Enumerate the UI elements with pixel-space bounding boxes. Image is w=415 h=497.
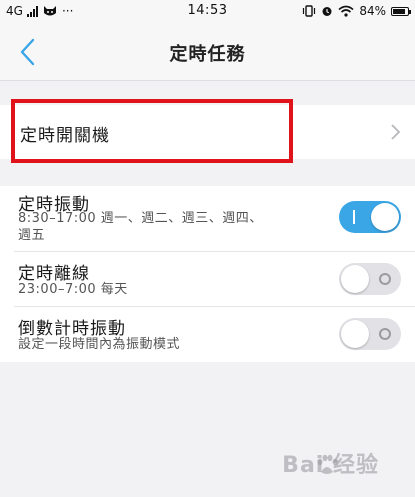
nav-bar: 定時任務: [0, 24, 415, 81]
vibrate-schedule-line2: 週五: [18, 228, 46, 243]
countdown-vibrate-label: 倒數計時振動: [18, 319, 126, 339]
toggle-knob: [341, 265, 369, 293]
chevron-right-icon: [391, 124, 401, 140]
row-countdown-vibrate: 倒數計時振動 設定一段時間內為振動模式: [0, 307, 415, 362]
page-title: 定時任務: [169, 44, 246, 65]
toggle-knob: [341, 320, 369, 348]
alarm-icon: [322, 7, 332, 16]
toggle-off-mark: [379, 273, 391, 285]
battery-level: [393, 8, 405, 14]
power-schedule-label: 定時開關機: [20, 126, 110, 146]
countdown-vibrate-toggle[interactable]: [339, 318, 401, 350]
vibrate-mode-icon: [303, 5, 316, 17]
battery-icon: [391, 6, 411, 16]
settings-group-toggles: 定時振動 8:30–17:00 週一、週二、週三、週四、 週五 定時離線 23:…: [0, 186, 415, 362]
status-right: 84%: [302, 4, 411, 18]
row-vibrate: 定時振動 8:30–17:00 週一、週二、週三、週四、 週五: [0, 186, 415, 252]
offline-toggle[interactable]: [339, 263, 401, 295]
offline-label: 定時離線: [18, 264, 90, 284]
countdown-vibrate-description: 設定一段時間內為振動模式: [18, 337, 181, 352]
row-power-schedule[interactable]: 定時開關機: [0, 105, 415, 159]
watermark-text: Bai 经验: [282, 453, 379, 478]
status-bar: 4G ··· 14:53 84%: [0, 0, 415, 24]
battery-percent: 84%: [359, 4, 386, 18]
wifi-icon: [338, 5, 354, 17]
toggle-knob: [371, 203, 399, 231]
toggle-off-mark: [379, 328, 391, 340]
offline-schedule: 23:00–7:00 每天: [18, 282, 128, 297]
toggle-on-mark: [353, 210, 355, 224]
vibrate-schedule-line1: 8:30–17:00 週一、週二、週三、週四、: [18, 211, 263, 226]
vibrate-toggle[interactable]: [339, 201, 401, 233]
settings-group-power: 定時開關機: [0, 105, 415, 159]
row-offline: 定時離線 23:00–7:00 每天: [0, 252, 415, 307]
